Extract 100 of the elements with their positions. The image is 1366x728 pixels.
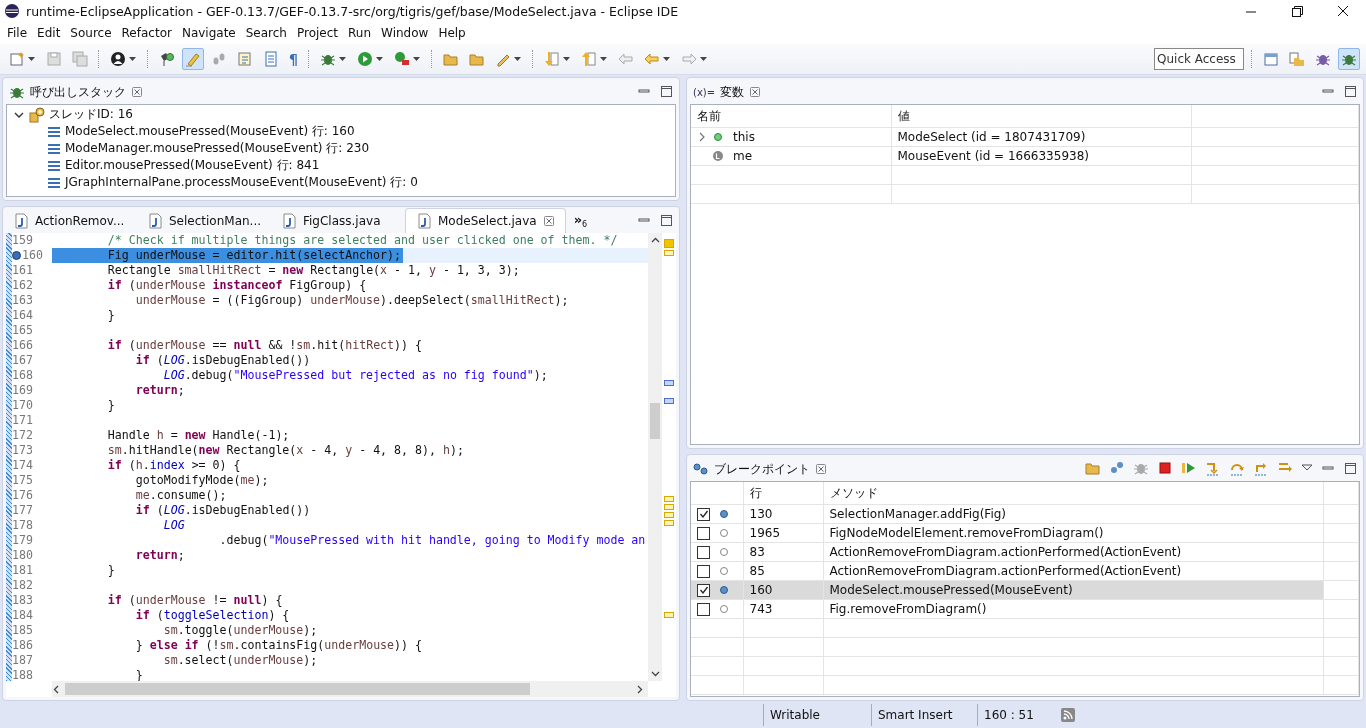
java-file-icon [13, 213, 29, 229]
method-name[interactable]: ActionRemoveFromDiagram.actionPerformed(ActionEvent) [823, 542, 1323, 562]
editor-tab[interactable]: ActionRemov... [3, 209, 135, 233]
folder-icon[interactable] [1289, 51, 1305, 67]
menu-item[interactable]: Project [291, 26, 344, 40]
view-title[interactable]: 変数 [720, 83, 745, 101]
person-icon[interactable] [110, 51, 126, 67]
method-name[interactable]: FigNodeModelElement.removeFromDiagram() [823, 523, 1323, 543]
method-name[interactable]: Fig.removeFromDiagram() [823, 599, 1323, 619]
thread-label[interactable]: スレッドID: 16 [49, 106, 133, 123]
caret-icon[interactable] [27, 55, 36, 63]
overview-marker[interactable] [664, 512, 674, 518]
horizontal-scrollbar[interactable] [52, 681, 648, 697]
column-header[interactable]: 行 [743, 482, 823, 505]
caret-icon[interactable] [561, 55, 571, 63]
caret-icon[interactable] [374, 55, 384, 63]
overview-marker[interactable] [664, 250, 674, 256]
line-number: 85 [743, 561, 823, 581]
eclipse-icon [4, 3, 20, 19]
caret-icon[interactable] [411, 55, 421, 63]
maximize-icon[interactable] [1343, 461, 1357, 475]
quick-access-field[interactable]: Quick Access [1154, 48, 1244, 70]
folder-icon[interactable] [1085, 460, 1101, 476]
folder-icon[interactable] [442, 51, 459, 67]
maximize-icon[interactable] [1343, 84, 1357, 98]
column-header[interactable]: 名前 [691, 105, 891, 128]
breakpoint-marker[interactable] [12, 251, 21, 260]
stop-icon[interactable] [1157, 460, 1173, 476]
footprints-icon[interactable] [211, 51, 227, 67]
menu-item[interactable]: Run [343, 26, 377, 40]
column-header[interactable]: メソッド [823, 482, 1323, 505]
stack-frame[interactable]: ModeManager.mousePressed(MouseEvent) 行: 230 [65, 140, 370, 157]
checkbox[interactable] [697, 564, 710, 578]
overview-marker[interactable] [664, 504, 674, 510]
line-number: 187 [12, 653, 34, 668]
editor-tab[interactable]: SelectionMan... [137, 209, 269, 233]
stack-frame[interactable]: Editor.mousePressed(MouseEvent) 行: 841 [65, 157, 320, 174]
code-line: .debug("MousePressed with hit handle, going to Modify mode an [218, 533, 647, 548]
column-header[interactable]: 値 [891, 105, 1191, 128]
overview-marker[interactable] [664, 398, 674, 404]
step-return-icon[interactable] [1253, 460, 1269, 476]
caret-icon[interactable] [598, 55, 608, 63]
checkbox[interactable] [697, 602, 710, 616]
close-icon[interactable] [1336, 4, 1350, 18]
resume-icon[interactable] [1181, 460, 1197, 476]
stack-frame[interactable]: JGraphInternalPane.processMouseEvent(MouseEvent) 行: 0 [65, 174, 418, 191]
save-icon[interactable] [46, 51, 62, 67]
line-number: 188 [12, 668, 34, 681]
checkbox[interactable] [697, 526, 710, 540]
java-file-icon [416, 213, 432, 229]
checkbox[interactable] [697, 545, 710, 559]
run-icon[interactable] [356, 51, 373, 67]
caret-icon[interactable] [661, 55, 671, 63]
chevron-left-icon[interactable] [52, 684, 61, 694]
window-icon[interactable] [1263, 51, 1279, 67]
caret-icon[interactable] [337, 55, 347, 63]
menu-item[interactable]: Window [376, 26, 434, 40]
restore-icon[interactable] [1290, 4, 1304, 18]
editor-tab[interactable]: ModeSelect.java [405, 208, 566, 233]
vertical-scrollbar[interactable] [648, 233, 662, 681]
caret-icon[interactable] [698, 55, 708, 63]
maximize-icon[interactable] [659, 213, 673, 227]
view-title[interactable]: ブレークポイント [714, 460, 810, 478]
highlighter-icon[interactable] [185, 51, 201, 67]
menu-item[interactable]: Edit [32, 26, 66, 40]
overview-marker[interactable] [664, 612, 674, 618]
document-lines-icon[interactable] [263, 51, 279, 67]
menu-item[interactable]: Search [240, 26, 292, 40]
editor-tab[interactable]: FigClass.java [271, 209, 403, 233]
overview-marker[interactable] [664, 496, 674, 502]
chevron-down-icon[interactable] [651, 670, 660, 678]
back-arrow-icon[interactable] [617, 51, 634, 67]
menu-item[interactable]: Source [65, 26, 117, 40]
show-whitespace-button[interactable]: ¶ [286, 51, 301, 67]
chevron-right-icon[interactable] [697, 132, 707, 142]
stack-frame[interactable]: ModeSelect.mousePressed(MouseEvent) 行: 160 [65, 123, 355, 140]
caret-icon[interactable] [128, 55, 137, 63]
chevron-right-icon[interactable] [635, 684, 644, 694]
variable-name[interactable]: me [733, 149, 753, 163]
overview-marker[interactable] [664, 380, 674, 386]
overview-marker[interactable] [664, 520, 674, 526]
dots-icon[interactable] [1109, 460, 1125, 476]
step-into-icon[interactable] [1205, 460, 1221, 476]
pin-icon[interactable] [159, 51, 175, 67]
chevron-up-icon[interactable] [651, 236, 660, 244]
method-name[interactable]: SelectionManager.addFig(Fig) [823, 504, 1323, 524]
overview-marker[interactable] [664, 239, 674, 248]
menu-item[interactable]: Navigate [176, 26, 241, 40]
maximize-icon[interactable] [659, 84, 673, 98]
variable-name[interactable]: this [733, 130, 755, 144]
menu-item[interactable]: Refactor [116, 26, 177, 40]
view-title[interactable]: 呼び出しスタック [30, 83, 126, 101]
caret-icon[interactable] [512, 55, 522, 63]
method-name[interactable]: ActionRemoveFromDiagram.actionPerformed(ActionEvent) [823, 561, 1323, 581]
view-menu-icon[interactable] [1301, 463, 1313, 473]
menu-item[interactable]: Help [433, 26, 471, 40]
folder-icon[interactable] [468, 51, 485, 67]
menu-item[interactable]: File [2, 26, 33, 40]
scroll-thumb[interactable] [650, 403, 660, 439]
feed-icon[interactable] [1060, 707, 1076, 723]
